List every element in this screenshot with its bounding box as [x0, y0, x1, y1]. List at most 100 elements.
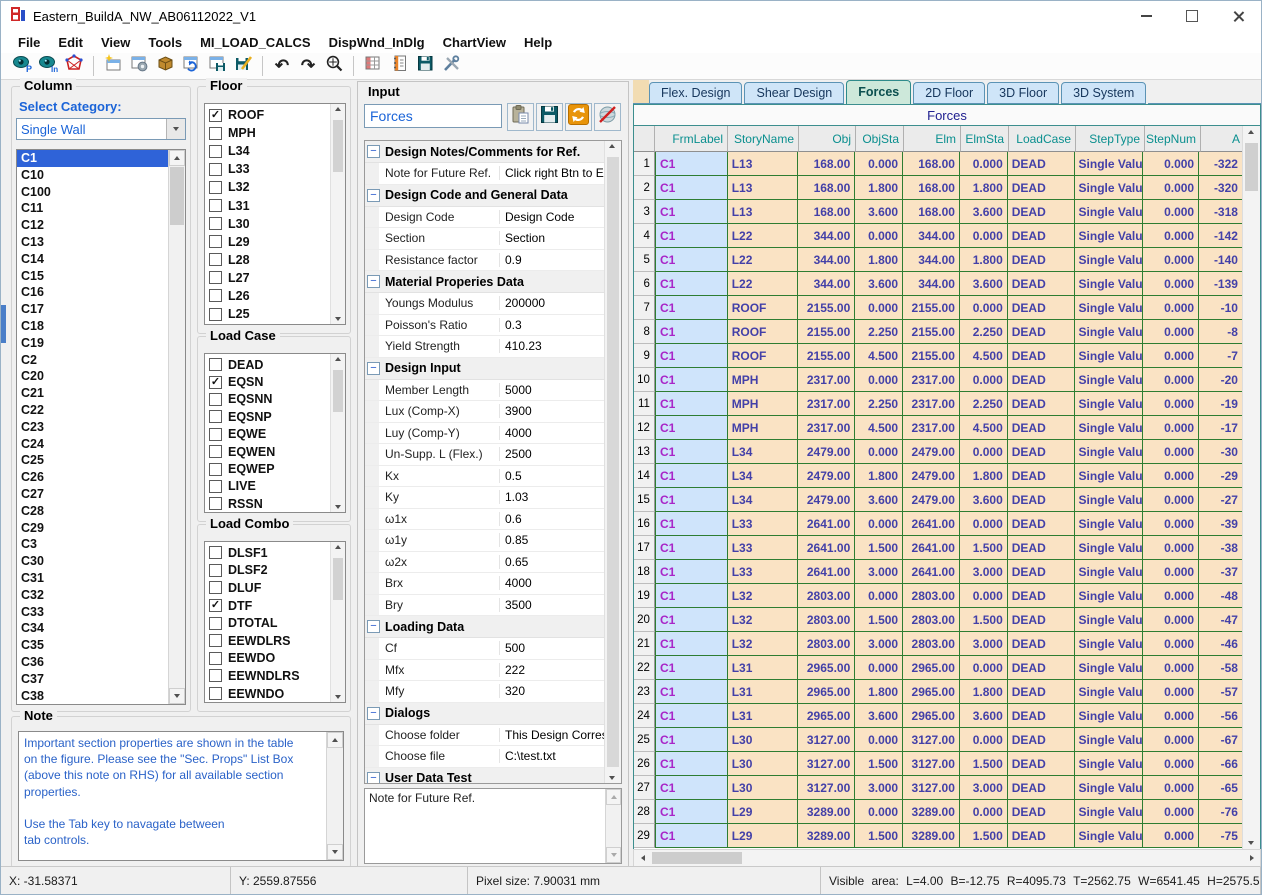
table-row[interactable]: 24C1L312965.003.6002965.003.600DEADSingl…	[634, 704, 1243, 728]
column-item-c29[interactable]: C29	[17, 520, 168, 537]
column-item-c11[interactable]: C11	[17, 200, 168, 217]
scroll-thumb[interactable]	[607, 157, 619, 767]
cell-stepnum[interactable]: 0.000	[1143, 560, 1199, 584]
cell-a[interactable]: -56	[1199, 704, 1243, 728]
cell-row-number[interactable]: 14	[634, 464, 655, 488]
load-case-item-live[interactable]: LIVE	[205, 478, 330, 495]
cell-elm[interactable]: 3127.00	[903, 752, 960, 776]
load-case-checkbox-eqwe[interactable]	[209, 428, 222, 441]
cell-stepnum[interactable]: 0.000	[1143, 344, 1199, 368]
cell-objsta[interactable]: 0.000	[855, 512, 903, 536]
scroll-thumb[interactable]	[333, 558, 343, 600]
load-case-item-eqsnn[interactable]: EQSNN	[205, 391, 330, 408]
cell-stepnum[interactable]: 0.000	[1143, 824, 1199, 848]
cell-loadcase[interactable]: DEAD	[1008, 800, 1075, 824]
floor-checkbox-l31[interactable]	[209, 199, 222, 212]
header-a[interactable]: A	[1201, 126, 1245, 152]
cell-elm[interactable]: 2155.00	[903, 296, 960, 320]
floor-item-l34[interactable]: L34	[205, 142, 330, 160]
no-draw-button[interactable]	[594, 103, 621, 131]
cell-storyname[interactable]: L30	[728, 728, 799, 752]
column-item-c27[interactable]: C27	[17, 486, 168, 503]
cell-a[interactable]: -58	[1199, 656, 1243, 680]
cell-elmsta[interactable]: 1.500	[960, 824, 1008, 848]
cell-storyname[interactable]: L31	[728, 680, 799, 704]
cell-row-number[interactable]: 24	[634, 704, 655, 728]
cell-frmlabel[interactable]: C1	[655, 800, 728, 824]
cell-row-number[interactable]: 10	[634, 368, 655, 392]
property-row-mfx[interactable]: Mfx222	[365, 660, 605, 682]
cell-loadcase[interactable]: DEAD	[1008, 200, 1075, 224]
table-row[interactable]: 10C1MPH2317.000.0002317.000.000DEADSingl…	[634, 368, 1243, 392]
cell-storyname[interactable]: L34	[728, 464, 799, 488]
cell-frmlabel[interactable]: C1	[655, 776, 728, 800]
cell-stepnum[interactable]: 0.000	[1143, 512, 1199, 536]
cell-objsta[interactable]: 1.800	[855, 680, 903, 704]
cell-elm[interactable]: 344.00	[903, 272, 960, 296]
cell-steptype[interactable]: Single Value	[1075, 536, 1144, 560]
floor-checkbox-l28[interactable]	[209, 253, 222, 266]
cell-elmsta[interactable]: 1.800	[960, 680, 1008, 704]
menu-edit[interactable]: Edit	[49, 33, 92, 52]
cell-elm[interactable]: 344.00	[903, 248, 960, 272]
cell-stepnum[interactable]: 0.000	[1143, 464, 1199, 488]
cell-objsta[interactable]: 1.800	[855, 248, 903, 272]
cell-row-number[interactable]: 27	[634, 776, 655, 800]
cell-loadcase[interactable]: DEAD	[1008, 320, 1075, 344]
cell-storyname[interactable]: L32	[728, 632, 799, 656]
property-row-lux-comp-x[interactable]: Lux (Comp-X)3900	[365, 401, 605, 423]
cell-elmsta[interactable]: 4.500	[960, 344, 1008, 368]
cell-a[interactable]: -322	[1199, 152, 1243, 176]
cell-obj[interactable]: 344.00	[798, 224, 855, 248]
cell-stepnum[interactable]: 0.000	[1143, 416, 1199, 440]
cell-loadcase[interactable]: DEAD	[1008, 728, 1075, 752]
column-item-c21[interactable]: C21	[17, 385, 168, 402]
scroll-thumb[interactable]	[170, 167, 184, 225]
column-list-scrollbar[interactable]	[168, 150, 185, 704]
cell-stepnum[interactable]: 0.000	[1143, 584, 1199, 608]
column-item-c15[interactable]: C15	[17, 268, 168, 285]
cell-stepnum[interactable]: 0.000	[1143, 248, 1199, 272]
cell-steptype[interactable]: Single Value	[1075, 632, 1144, 656]
cell-storyname[interactable]: L33	[728, 512, 799, 536]
cell-elm[interactable]: 2317.00	[903, 368, 960, 392]
arrow-down-icon[interactable]	[335, 695, 341, 699]
cell-loadcase[interactable]: DEAD	[1008, 344, 1075, 368]
cell-steptype[interactable]: Single Value	[1075, 152, 1144, 176]
cell-row-number[interactable]: 23	[634, 680, 655, 704]
property-row-choose-file[interactable]: Choose fileC:\test.txt	[365, 746, 605, 768]
cell-objsta[interactable]: 3.600	[855, 704, 903, 728]
cell-storyname[interactable]: ROOF	[728, 320, 799, 344]
property-row-luy-comp-y[interactable]: Luy (Comp-Y)4000	[365, 423, 605, 445]
column-item-c2[interactable]: C2	[17, 352, 168, 369]
table-row[interactable]: 25C1L303127.000.0003127.000.000DEADSingl…	[634, 728, 1243, 752]
cell-elm[interactable]: 2479.00	[903, 488, 960, 512]
input-note-scrollbar[interactable]	[605, 789, 621, 863]
cell-frmlabel[interactable]: C1	[655, 824, 728, 848]
load-case-item-eqwen[interactable]: EQWEN	[205, 443, 330, 460]
cell-stepnum[interactable]: 0.000	[1143, 728, 1199, 752]
cell-storyname[interactable]: L31	[728, 704, 799, 728]
cell-storyname[interactable]: ROOF	[728, 296, 799, 320]
property-row-bry[interactable]: Bry3500	[365, 595, 605, 617]
cell-obj[interactable]: 2641.00	[798, 536, 855, 560]
property-value[interactable]: 0.6	[500, 512, 605, 526]
floor-checkbox-l29[interactable]	[209, 235, 222, 248]
note-scrollbar[interactable]	[326, 732, 343, 860]
cell-frmlabel[interactable]: C1	[655, 368, 728, 392]
table-row[interactable]: 12C1MPH2317.004.5002317.004.500DEADSingl…	[634, 416, 1243, 440]
tab-3d-floor[interactable]: 3D Floor	[987, 82, 1059, 104]
load-case-item-eqwe[interactable]: EQWE	[205, 426, 330, 443]
column-item-c18[interactable]: C18	[17, 318, 168, 335]
load-case-item-eqsnp[interactable]: EQSNP	[205, 408, 330, 425]
cell-frmlabel[interactable]: C1	[655, 272, 728, 296]
cell-frmlabel[interactable]: C1	[655, 752, 728, 776]
property-row-resistance-factor[interactable]: Resistance factor0.9	[365, 250, 605, 272]
cell-elmsta[interactable]: 0.000	[960, 512, 1008, 536]
cell-stepnum[interactable]: 0.000	[1143, 176, 1199, 200]
cell-elmsta[interactable]: 0.000	[960, 440, 1008, 464]
cell-storyname[interactable]: L31	[728, 656, 799, 680]
cell-frmlabel[interactable]: C1	[655, 296, 728, 320]
load-case-checkbox-eqsn[interactable]: ✓	[209, 376, 222, 389]
cell-row-number[interactable]: 25	[634, 728, 655, 752]
